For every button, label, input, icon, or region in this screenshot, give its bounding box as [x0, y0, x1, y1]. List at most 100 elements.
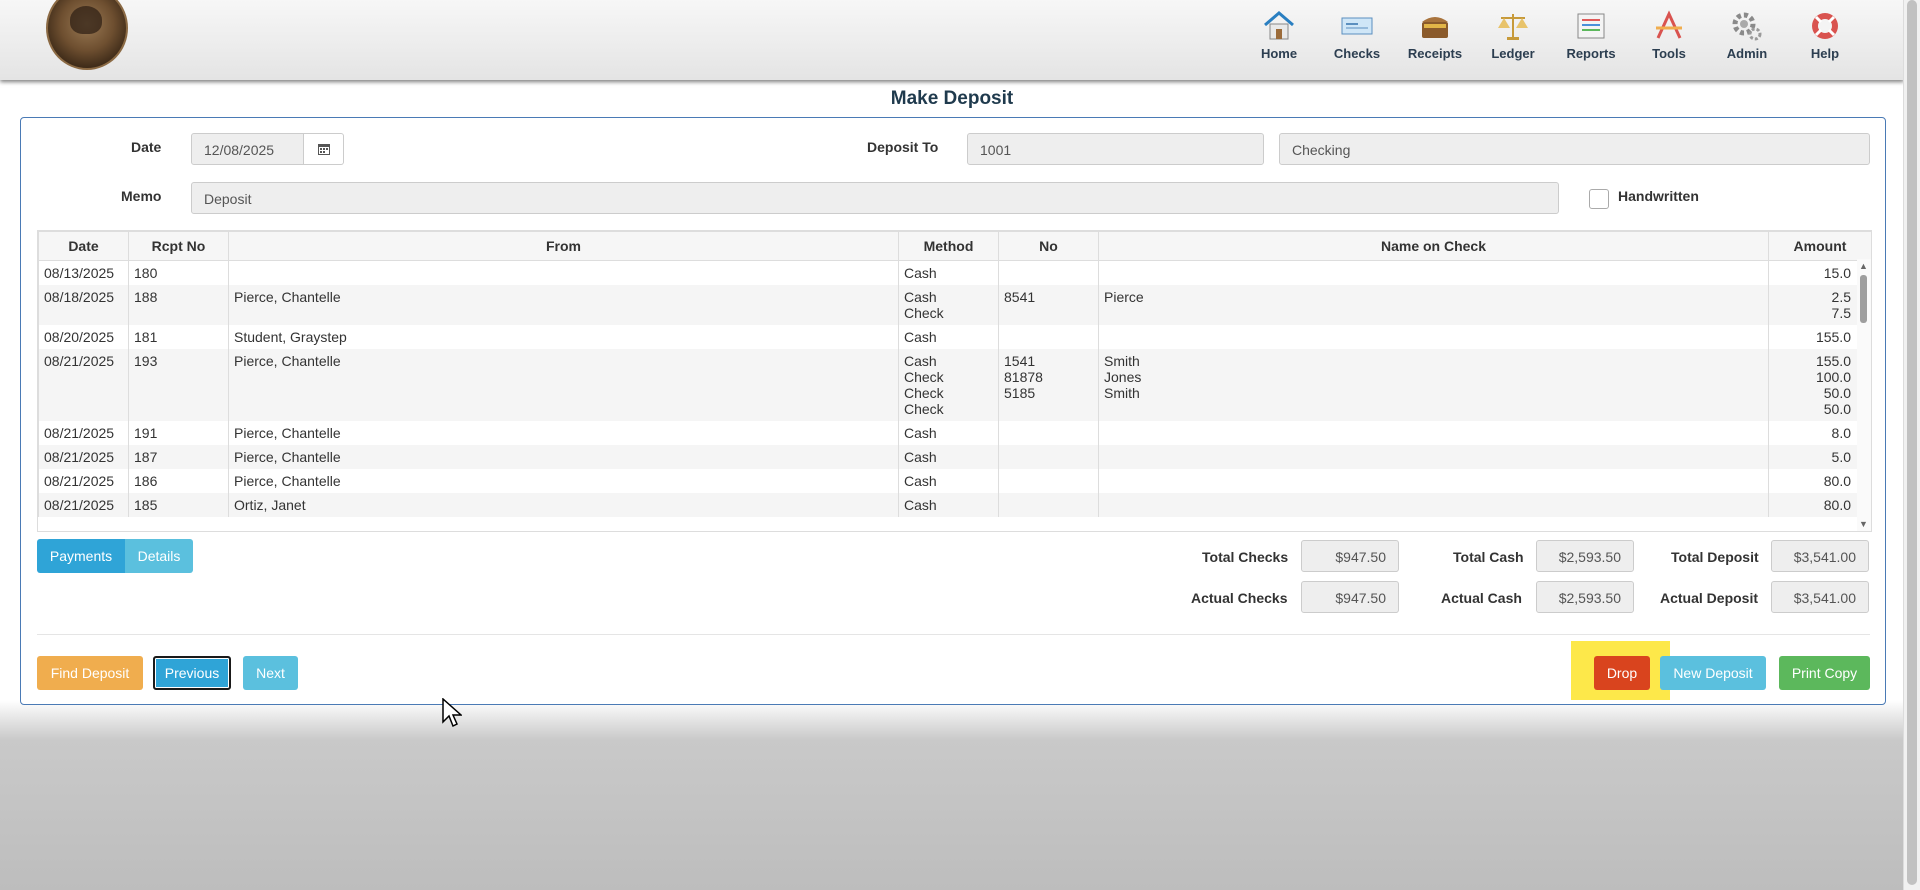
grid-scrollbar[interactable]: ▲ ▼ — [1857, 259, 1871, 531]
col-rcpt-no[interactable]: Rcpt No — [128, 231, 229, 261]
actual-cash-field[interactable]: $2,593.50 — [1536, 581, 1634, 613]
actual-deposit-field[interactable]: $3,541.00 — [1771, 581, 1869, 613]
cell-method: Cash — [898, 469, 999, 493]
cell-name — [1098, 421, 1769, 445]
drop-button[interactable]: Drop — [1594, 656, 1650, 690]
deposit-panel: Date 12/08/2025 Deposit To 1001 Checking… — [20, 117, 1886, 705]
method-value: Cash — [904, 353, 937, 369]
amount-value: 80.0 — [1823, 497, 1851, 513]
cell-name: Smith Jones Smith — [1098, 349, 1769, 421]
total-cash-label: Total Cash — [1453, 549, 1524, 565]
payments-table: Date Rcpt No From Method No Name on Chec… — [38, 231, 1871, 517]
table-row[interactable]: 08/21/2025 187 Pierce, Chantelle Cash 5.… — [38, 445, 1871, 469]
nav-help[interactable]: Help — [1786, 8, 1864, 61]
cell-method: Cash — [898, 445, 999, 469]
amount-value: 8.0 — [1831, 425, 1851, 441]
table-row[interactable]: 08/21/2025 186 Pierce, Chantelle Cash 80… — [38, 469, 1871, 493]
cell-from: Pierce, Chantelle — [228, 445, 899, 469]
logo[interactable] — [46, 0, 128, 70]
print-copy-button[interactable]: Print Copy — [1779, 656, 1870, 690]
actual-cash-label: Actual Cash — [1441, 590, 1522, 606]
receipts-icon — [1417, 8, 1453, 44]
table-row[interactable]: 08/21/2025 191 Pierce, Chantelle Cash 8.… — [38, 421, 1871, 445]
amount-value: 100.0 — [1815, 369, 1851, 385]
new-deposit-button[interactable]: New Deposit — [1660, 656, 1766, 690]
tab-details[interactable]: Details — [125, 539, 193, 573]
table-row[interactable]: 08/18/2025 188 Pierce, Chantelle Cash Ch… — [38, 285, 1871, 325]
nav-reports[interactable]: Reports — [1552, 8, 1630, 61]
cell-name: Pierce — [1098, 285, 1769, 325]
cell-from: Student, Graystep — [228, 325, 899, 349]
divider — [37, 634, 1870, 635]
account-number-field[interactable]: 1001 — [967, 133, 1264, 165]
col-method[interactable]: Method — [898, 231, 999, 261]
amount-value: 2.5 — [1831, 289, 1851, 305]
cell-rcpt: 180 — [128, 260, 229, 285]
method-value: Check — [904, 305, 944, 321]
col-no[interactable]: No — [998, 231, 1099, 261]
cell-no — [998, 493, 1099, 517]
total-deposit-label: Total Deposit — [1671, 549, 1759, 565]
actual-checks-field[interactable]: $947.50 — [1301, 581, 1399, 613]
table-row[interactable]: 08/21/2025 193 Pierce, Chantelle Cash Ch… — [38, 349, 1871, 421]
page-scrollbar[interactable] — [1903, 0, 1920, 890]
table-row[interactable]: 08/20/2025 181 Student, Graystep Cash 15… — [38, 325, 1871, 349]
account-name-field[interactable]: Checking — [1279, 133, 1870, 165]
cell-no — [998, 325, 1099, 349]
scroll-up-icon[interactable]: ▲ — [1859, 261, 1868, 271]
date-label: Date — [131, 139, 162, 155]
tools-icon — [1651, 8, 1687, 44]
total-checks-field: $947.50 — [1301, 540, 1399, 572]
col-from[interactable]: From — [228, 231, 899, 261]
cell-no — [998, 445, 1099, 469]
check-no-value: 1541 — [1004, 353, 1036, 369]
table-row[interactable]: 08/13/2025 180 Cash 15.0 — [38, 260, 1871, 285]
calendar-button[interactable] — [304, 133, 344, 165]
table-row[interactable]: 08/21/2025 185 Ortiz, Janet Cash 80.0 — [38, 493, 1871, 517]
nav-ledger[interactable]: Ledger — [1474, 8, 1552, 61]
handwritten-checkbox[interactable] — [1589, 189, 1609, 209]
checks-icon — [1339, 8, 1375, 44]
cell-name — [1098, 260, 1769, 285]
previous-button[interactable]: Previous — [153, 656, 231, 690]
amount-value: 155.0 — [1815, 353, 1851, 369]
cell-no — [998, 260, 1099, 285]
total-checks-label: Total Checks — [1202, 549, 1289, 565]
tab-payments[interactable]: Payments — [37, 539, 125, 573]
cell-name — [1098, 493, 1769, 517]
next-button[interactable]: Next — [243, 656, 298, 690]
cell-from: Ortiz, Janet — [228, 493, 899, 517]
cell-date: 08/21/2025 — [38, 421, 129, 445]
deposit-to-label: Deposit To — [867, 139, 939, 155]
page-scrollbar-thumb[interactable] — [1907, 0, 1917, 885]
total-cash-field: $2,593.50 — [1536, 540, 1634, 572]
cell-from: Pierce, Chantelle — [228, 421, 899, 445]
nav-receipts[interactable]: Receipts — [1396, 8, 1474, 61]
date-field[interactable]: 12/08/2025 — [191, 133, 304, 165]
cell-method: Cash — [898, 493, 999, 517]
cell-no — [998, 469, 1099, 493]
col-date[interactable]: Date — [38, 231, 129, 261]
help-icon — [1807, 8, 1843, 44]
scroll-down-icon[interactable]: ▼ — [1859, 519, 1868, 529]
amount-value: 80.0 — [1823, 473, 1851, 489]
cell-from: Pierce, Chantelle — [228, 285, 899, 325]
col-name-on-check[interactable]: Name on Check — [1098, 231, 1769, 261]
col-amount[interactable]: Amount — [1768, 231, 1871, 261]
memo-field[interactable]: Deposit — [191, 182, 1559, 214]
method-value: Cash — [904, 449, 937, 465]
method-value: Check — [904, 369, 944, 385]
nav-home[interactable]: Home — [1240, 8, 1318, 61]
cell-method: Cash — [898, 325, 999, 349]
cell-date: 08/21/2025 — [38, 349, 129, 421]
method-value: Check — [904, 385, 944, 401]
method-value: Cash — [904, 497, 937, 513]
grid-scrollbar-thumb[interactable] — [1860, 275, 1867, 323]
cell-rcpt: 187 — [128, 445, 229, 469]
nav-checks[interactable]: Checks — [1318, 8, 1396, 61]
nav-admin[interactable]: Admin — [1708, 8, 1786, 61]
cell-rcpt: 186 — [128, 469, 229, 493]
method-value: Cash — [904, 289, 937, 305]
find-deposit-button[interactable]: Find Deposit — [37, 656, 143, 690]
nav-tools[interactable]: Tools — [1630, 8, 1708, 61]
